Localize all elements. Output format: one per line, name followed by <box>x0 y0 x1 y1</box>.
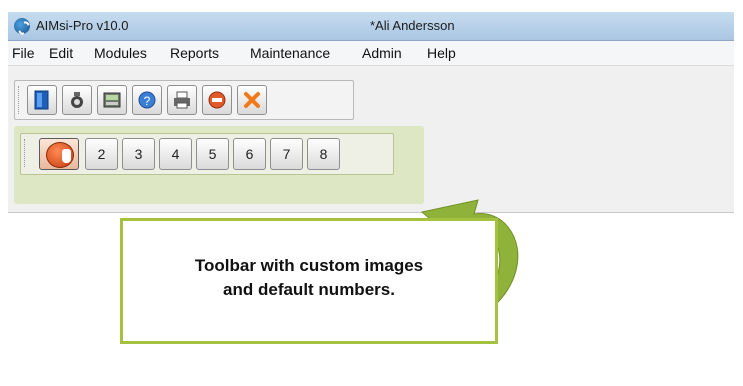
menu-bar: File Edit Modules Reports Maintenance Ad… <box>8 41 734 66</box>
printer-icon <box>174 91 190 109</box>
toolbar-button-7[interactable]: 7 <box>270 138 303 170</box>
print-button[interactable] <box>167 85 197 115</box>
toolbar-button-2[interactable]: 2 <box>85 138 118 170</box>
camera-icon <box>71 92 83 108</box>
title-bar: AIMsi-Pro v10.0 *Ali Andersson <box>8 12 734 41</box>
close-x-icon <box>244 92 260 108</box>
toolbar-grip[interactable] <box>24 139 28 167</box>
help-button[interactable]: ? <box>132 85 162 115</box>
stop-hand-icon <box>46 142 74 168</box>
main-toolbar: ? <box>14 80 354 120</box>
new-document-button[interactable] <box>27 85 57 115</box>
menu-admin[interactable]: Admin <box>362 45 402 61</box>
numbered-toolbar: 2 3 4 5 6 7 8 <box>20 133 394 175</box>
minus-circle-icon <box>208 91 226 109</box>
register-button[interactable] <box>97 85 127 115</box>
cancel-button[interactable] <box>202 85 232 115</box>
menu-modules[interactable]: Modules <box>94 45 147 61</box>
menu-edit[interactable]: Edit <box>49 45 73 61</box>
app-window: AIMsi-Pro v10.0 *Ali Andersson File Edit… <box>8 12 734 372</box>
callout-line-1: Toolbar with custom images <box>194 256 424 275</box>
register-icon <box>103 92 121 108</box>
callout-line-2: and default numbers. <box>223 280 395 299</box>
callout-box: Toolbar with custom images and default n… <box>120 218 498 344</box>
toolbar-button-6[interactable]: 6 <box>233 138 266 170</box>
toolbar-button-3[interactable]: 3 <box>122 138 155 170</box>
menu-reports[interactable]: Reports <box>170 45 219 61</box>
close-button[interactable] <box>237 85 267 115</box>
callout-text: Toolbar with custom images and default n… <box>123 254 495 302</box>
camera-button[interactable] <box>62 85 92 115</box>
toolbar-button-8[interactable]: 8 <box>307 138 340 170</box>
toolbar-area: ? 2 3 4 5 6 7 8 <box>8 66 734 213</box>
menu-maintenance[interactable]: Maintenance <box>250 45 330 61</box>
toolbar-grip[interactable] <box>18 86 22 114</box>
stop-hand-button[interactable] <box>39 138 79 170</box>
menu-help[interactable]: Help <box>427 45 456 61</box>
menu-file[interactable]: File <box>12 45 35 61</box>
new-document-icon <box>34 90 49 110</box>
svg-text:?: ? <box>144 94 151 108</box>
document-title: *Ali Andersson <box>370 18 455 33</box>
toolbar-button-5[interactable]: 5 <box>196 138 229 170</box>
help-icon: ? <box>138 91 156 109</box>
app-logo-icon <box>14 18 30 34</box>
app-title: AIMsi-Pro v10.0 <box>36 18 129 33</box>
toolbar-button-4[interactable]: 4 <box>159 138 192 170</box>
